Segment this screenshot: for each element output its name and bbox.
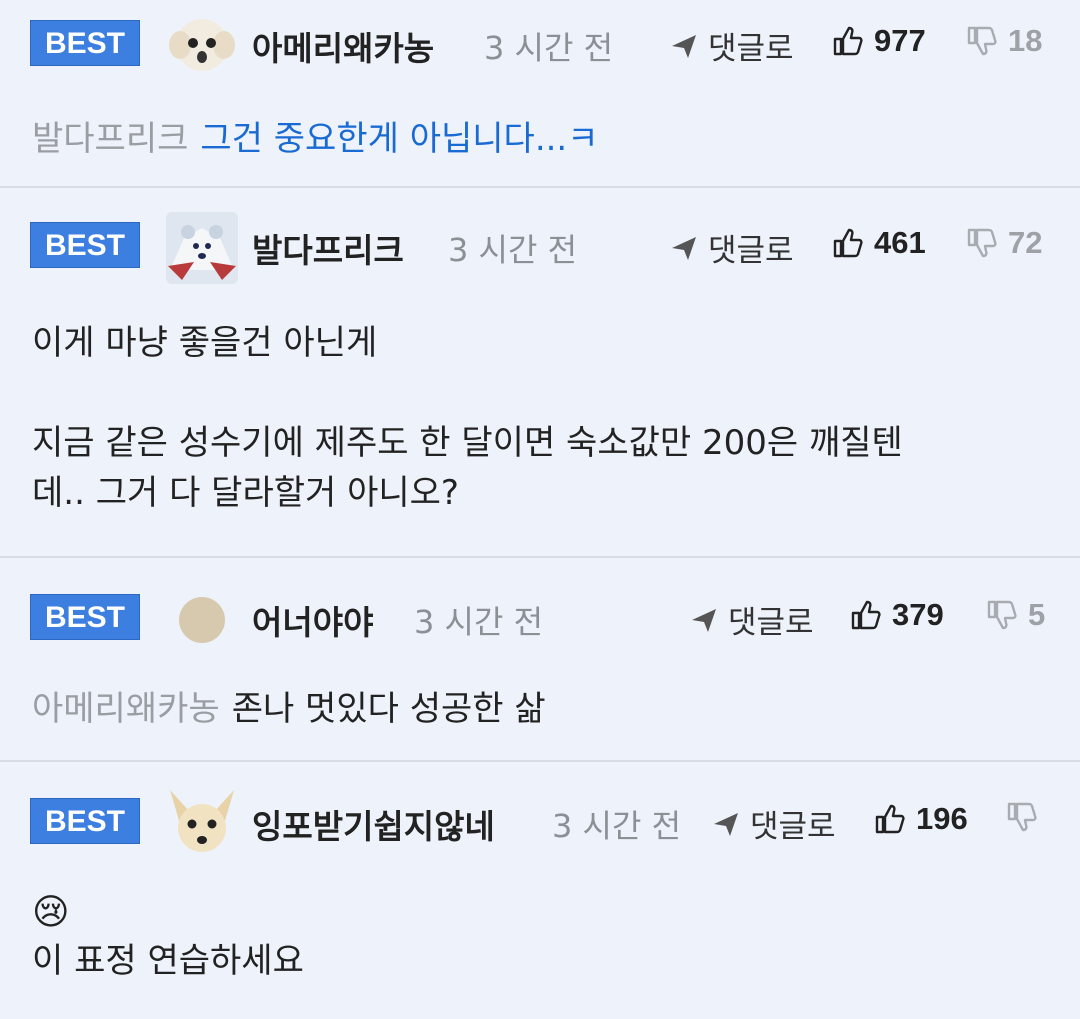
comment-body: 이게 마냥 좋을건 아닌게 지금 같은 성수기에 제주도 한 달이면 숙소값만 … <box>32 318 1050 518</box>
like-count: 977 <box>874 23 926 58</box>
timestamp: 3 시간 전 <box>552 807 682 845</box>
like-button[interactable]: 977 <box>832 23 926 59</box>
username[interactable]: 아메리왜카농 <box>252 22 434 70</box>
comment-header: BEST 어너야야 3 시간 전 댓글로 379 5 <box>0 582 1080 652</box>
comment-text: 이 표정 연습하세요 <box>32 941 304 981</box>
dislike-button[interactable] <box>1006 801 1048 833</box>
reply-button[interactable]: 댓글로 <box>712 801 836 846</box>
timestamp: 3 시간 전 <box>414 603 544 641</box>
reply-label: 댓글로 <box>728 605 814 641</box>
comment-text: 그건 중요한게 아닙니다...ㅋ <box>200 119 599 159</box>
username[interactable]: 발다프리크 <box>252 224 404 272</box>
like-button[interactable]: 461 <box>832 225 926 261</box>
send-arrow-icon <box>672 34 696 58</box>
reply-button[interactable]: 댓글로 <box>690 597 814 642</box>
bear-avatar[interactable] <box>164 210 240 286</box>
comment-item: BEST 어너야야 3 시간 전 댓글로 379 5 아메리왜카농 존나 멋있다 … <box>0 558 1080 762</box>
reply-label: 댓글로 <box>708 233 794 269</box>
timestamp: 3 시간 전 <box>448 231 578 269</box>
circle-avatar[interactable] <box>164 582 240 658</box>
comment-item: BEST 아메리왜카농 3 시간 전 댓글로 977 18 발다프리크 그건 중요… <box>0 0 1080 188</box>
dog-avatar[interactable] <box>164 5 240 81</box>
timestamp: 3 시간 전 <box>484 29 614 67</box>
dislike-count: 5 <box>1028 597 1046 632</box>
dislike-count: 18 <box>1008 23 1043 58</box>
best-badge: BEST <box>30 20 140 66</box>
best-badge: BEST <box>30 798 140 844</box>
best-badge: BEST <box>30 222 140 268</box>
like-count: 379 <box>892 597 944 632</box>
like-count: 461 <box>874 225 926 260</box>
reply-label: 댓글로 <box>750 809 836 845</box>
comment-header: BEST 발다프리크 3 시간 전 댓글로 461 72 <box>0 210 1080 284</box>
thumbs-down-icon <box>1007 802 1037 832</box>
dislike-button[interactable]: 5 <box>986 597 1045 633</box>
thumbs-down-icon <box>967 228 997 258</box>
comment-body: 😢 이 표정 연습하세요 <box>32 890 1050 986</box>
best-badge: BEST <box>30 594 140 640</box>
comment-line: 지금 같은 성수기에 제주도 한 달이면 숙소값만 200은 깨질텐 <box>32 423 903 463</box>
like-button[interactable]: 379 <box>850 597 944 633</box>
comment-body: 발다프리크 그건 중요한게 아닙니다...ㅋ <box>32 114 1050 164</box>
username[interactable]: 잉포받기쉽지않네 <box>252 800 495 848</box>
send-arrow-icon <box>714 812 738 836</box>
thumbs-down-icon <box>987 600 1017 630</box>
mention[interactable]: 발다프리크 <box>32 119 188 159</box>
thumbs-up-icon <box>833 228 863 258</box>
like-button[interactable]: 196 <box>874 801 968 837</box>
comment-body: 아메리왜카농 존나 멋있다 성공한 삶 <box>32 684 1050 734</box>
thumbs-up-icon <box>875 804 905 834</box>
reply-button[interactable]: 댓글로 <box>670 225 794 270</box>
dislike-button[interactable]: 18 <box>966 23 1042 59</box>
mention[interactable]: 아메리왜카농 <box>32 689 220 729</box>
reply-label: 댓글로 <box>708 31 794 67</box>
comment-line: 데.. 그거 다 달라할거 아니오? <box>32 473 459 513</box>
send-arrow-icon <box>672 236 696 260</box>
crying-face-emoji: 😢 <box>32 892 70 933</box>
like-count: 196 <box>916 801 968 836</box>
comment-line: 이게 마냥 좋을건 아닌게 <box>32 323 378 363</box>
dislike-count: 72 <box>1008 225 1043 260</box>
comment-text: 존나 멋있다 성공한 삶 <box>231 689 546 729</box>
comment-header: BEST 아메리왜카농 3 시간 전 댓글로 977 18 <box>0 8 1080 78</box>
send-arrow-icon <box>692 608 716 632</box>
thumbs-up-icon <box>851 600 881 630</box>
reply-button[interactable]: 댓글로 <box>670 23 794 68</box>
comment-item: BEST 잉포받기쉽지않네 3 시간 전 댓글로 196 😢 이 표정 연습하세… <box>0 762 1080 1019</box>
chihuahua-avatar[interactable] <box>164 784 240 860</box>
comment-header: BEST 잉포받기쉽지않네 3 시간 전 댓글로 196 <box>0 786 1080 856</box>
username[interactable]: 어너야야 <box>252 596 373 644</box>
thumbs-up-icon <box>833 26 863 56</box>
comment-item: BEST 발다프리크 3 시간 전 댓글로 461 72 이게 마냥 좋을건 아 <box>0 188 1080 558</box>
dislike-button[interactable]: 72 <box>966 225 1042 261</box>
thumbs-down-icon <box>967 26 997 56</box>
